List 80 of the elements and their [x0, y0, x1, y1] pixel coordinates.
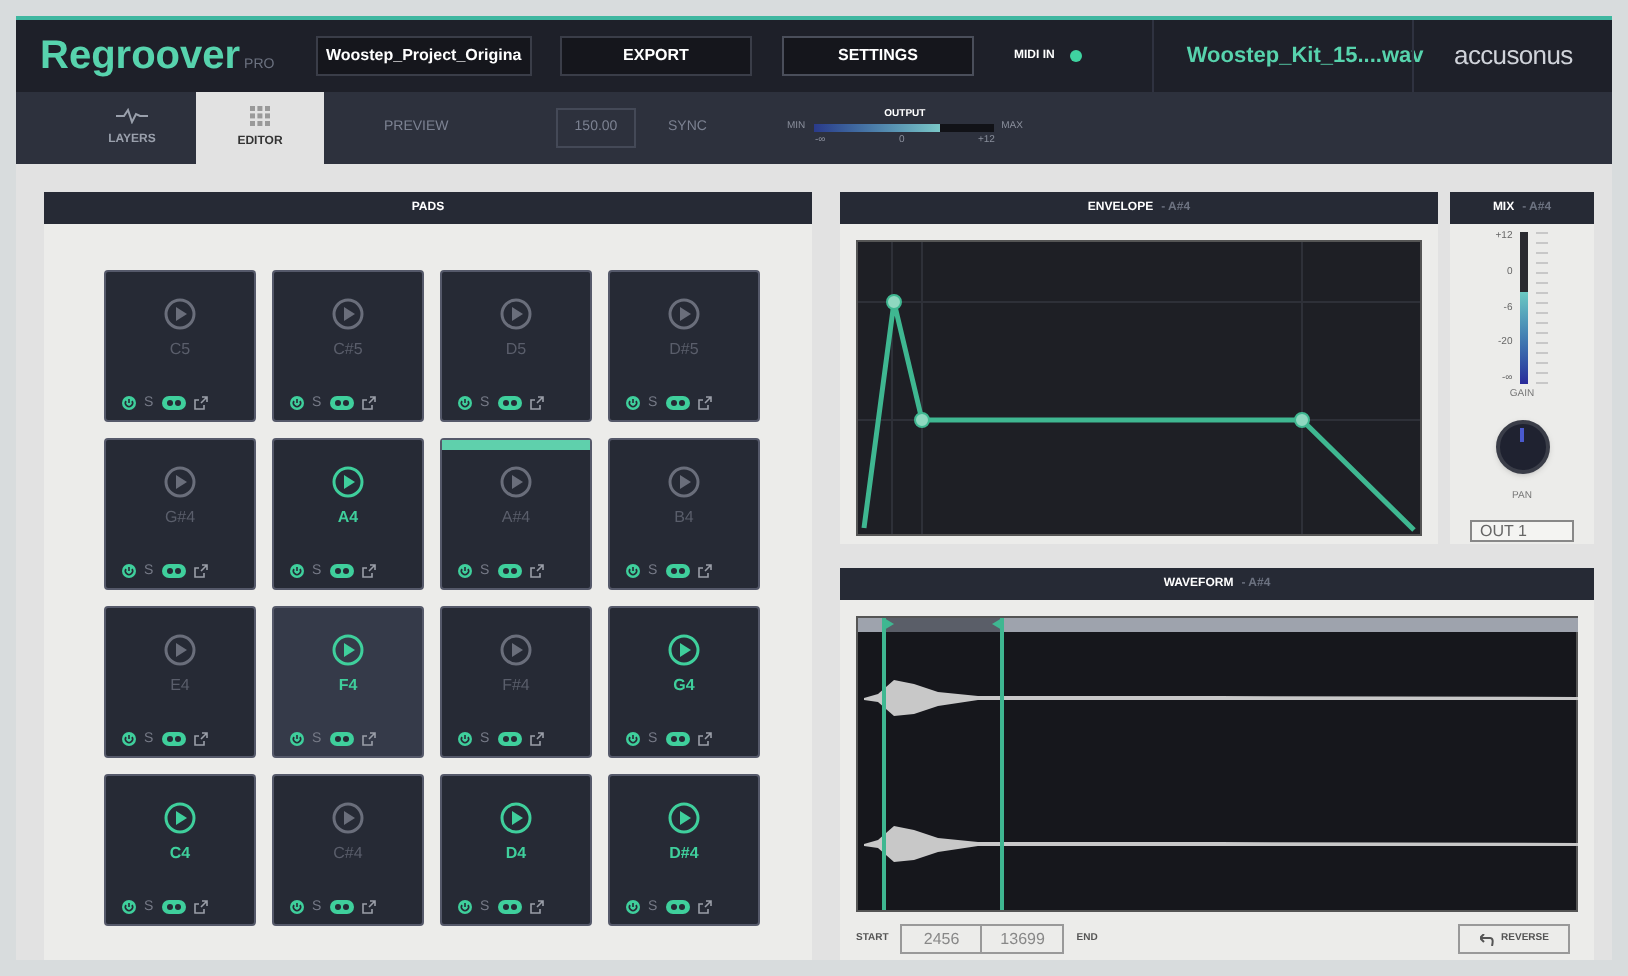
wave-icon	[116, 107, 148, 123]
power-icon[interactable]	[290, 396, 304, 410]
link-icon[interactable]	[329, 396, 354, 410]
play-icon[interactable]	[164, 802, 196, 834]
end-marker[interactable]	[992, 618, 1004, 910]
play-icon[interactable]	[332, 466, 364, 498]
export-icon[interactable]	[697, 564, 712, 578]
power-icon[interactable]	[626, 900, 640, 914]
link-icon[interactable]	[161, 564, 186, 578]
gain-slider[interactable]	[1520, 232, 1529, 384]
file-name: Woostep_Kit_15....wav	[1186, 41, 1424, 72]
power-icon[interactable]	[626, 396, 640, 410]
pad-note: D#4	[669, 842, 699, 866]
link-icon[interactable]	[665, 396, 690, 410]
app-logo: Regroover	[40, 36, 241, 76]
power-icon[interactable]	[122, 564, 136, 578]
export-icon[interactable]	[529, 732, 544, 746]
export-icon[interactable]	[361, 396, 376, 410]
export-icon[interactable]	[193, 732, 208, 746]
play-icon[interactable]	[668, 634, 700, 666]
link-icon[interactable]	[665, 900, 690, 914]
export-icon[interactable]	[697, 900, 712, 914]
power-icon[interactable]	[458, 396, 472, 410]
power-icon[interactable]	[458, 732, 472, 746]
export-icon[interactable]	[697, 396, 712, 410]
output-slider[interactable]	[813, 124, 994, 132]
export-icon[interactable]	[361, 732, 376, 746]
power-icon[interactable]	[122, 900, 136, 914]
pad-note: A4	[337, 506, 359, 530]
power-icon[interactable]	[458, 564, 472, 578]
export-icon[interactable]	[193, 396, 208, 410]
brand-logo: accusonus	[1454, 38, 1573, 75]
link-icon[interactable]	[497, 900, 522, 914]
export-icon[interactable]	[193, 900, 208, 914]
export-dropdown[interactable]: EXPORT	[560, 36, 752, 76]
link-icon[interactable]	[329, 564, 354, 578]
end-field[interactable]: 13699	[982, 924, 1065, 954]
export-icon[interactable]	[361, 564, 376, 578]
pad-note: C4	[169, 842, 191, 866]
link-icon[interactable]	[665, 564, 690, 578]
export-icon[interactable]	[529, 900, 544, 914]
grid-icon	[250, 105, 270, 125]
play-icon[interactable]	[500, 802, 532, 834]
play-icon[interactable]	[332, 634, 364, 666]
link-icon[interactable]	[329, 732, 354, 746]
export-icon[interactable]	[697, 732, 712, 746]
settings-button[interactable]: SETTINGS	[782, 36, 974, 76]
pad-note: F4	[338, 674, 358, 698]
undo-icon	[1479, 933, 1494, 945]
start-field[interactable]: 2456	[900, 924, 983, 954]
export-icon[interactable]	[529, 396, 544, 410]
power-icon[interactable]	[458, 900, 472, 914]
envelope-curve[interactable]	[861, 294, 1416, 532]
power-icon[interactable]	[290, 732, 304, 746]
power-icon[interactable]	[122, 396, 136, 410]
pad-note: D4	[505, 842, 527, 866]
power-icon[interactable]	[626, 564, 640, 578]
link-icon[interactable]	[497, 732, 522, 746]
link-icon[interactable]	[161, 900, 186, 914]
link-icon[interactable]	[161, 732, 186, 746]
link-icon[interactable]	[497, 396, 522, 410]
link-icon[interactable]	[497, 564, 522, 578]
play-icon[interactable]	[668, 802, 700, 834]
start-marker[interactable]	[882, 618, 894, 910]
pad-note: G4	[673, 674, 695, 698]
link-icon[interactable]	[329, 900, 354, 914]
export-icon[interactable]	[529, 564, 544, 578]
link-icon[interactable]	[161, 396, 186, 410]
power-icon[interactable]	[290, 564, 304, 578]
power-icon[interactable]	[122, 732, 136, 746]
pan-knob[interactable]	[1495, 419, 1549, 473]
export-icon[interactable]	[361, 900, 376, 914]
link-icon[interactable]	[665, 732, 690, 746]
power-icon[interactable]	[290, 900, 304, 914]
envelope-editor[interactable]	[856, 240, 1422, 536]
export-icon[interactable]	[193, 564, 208, 578]
waveform-display[interactable]	[856, 616, 1578, 912]
project-name-field[interactable]: Woostep_Project_Origina	[316, 36, 532, 76]
output-dropdown[interactable]: OUT 1	[1470, 520, 1574, 542]
power-icon[interactable]	[626, 732, 640, 746]
